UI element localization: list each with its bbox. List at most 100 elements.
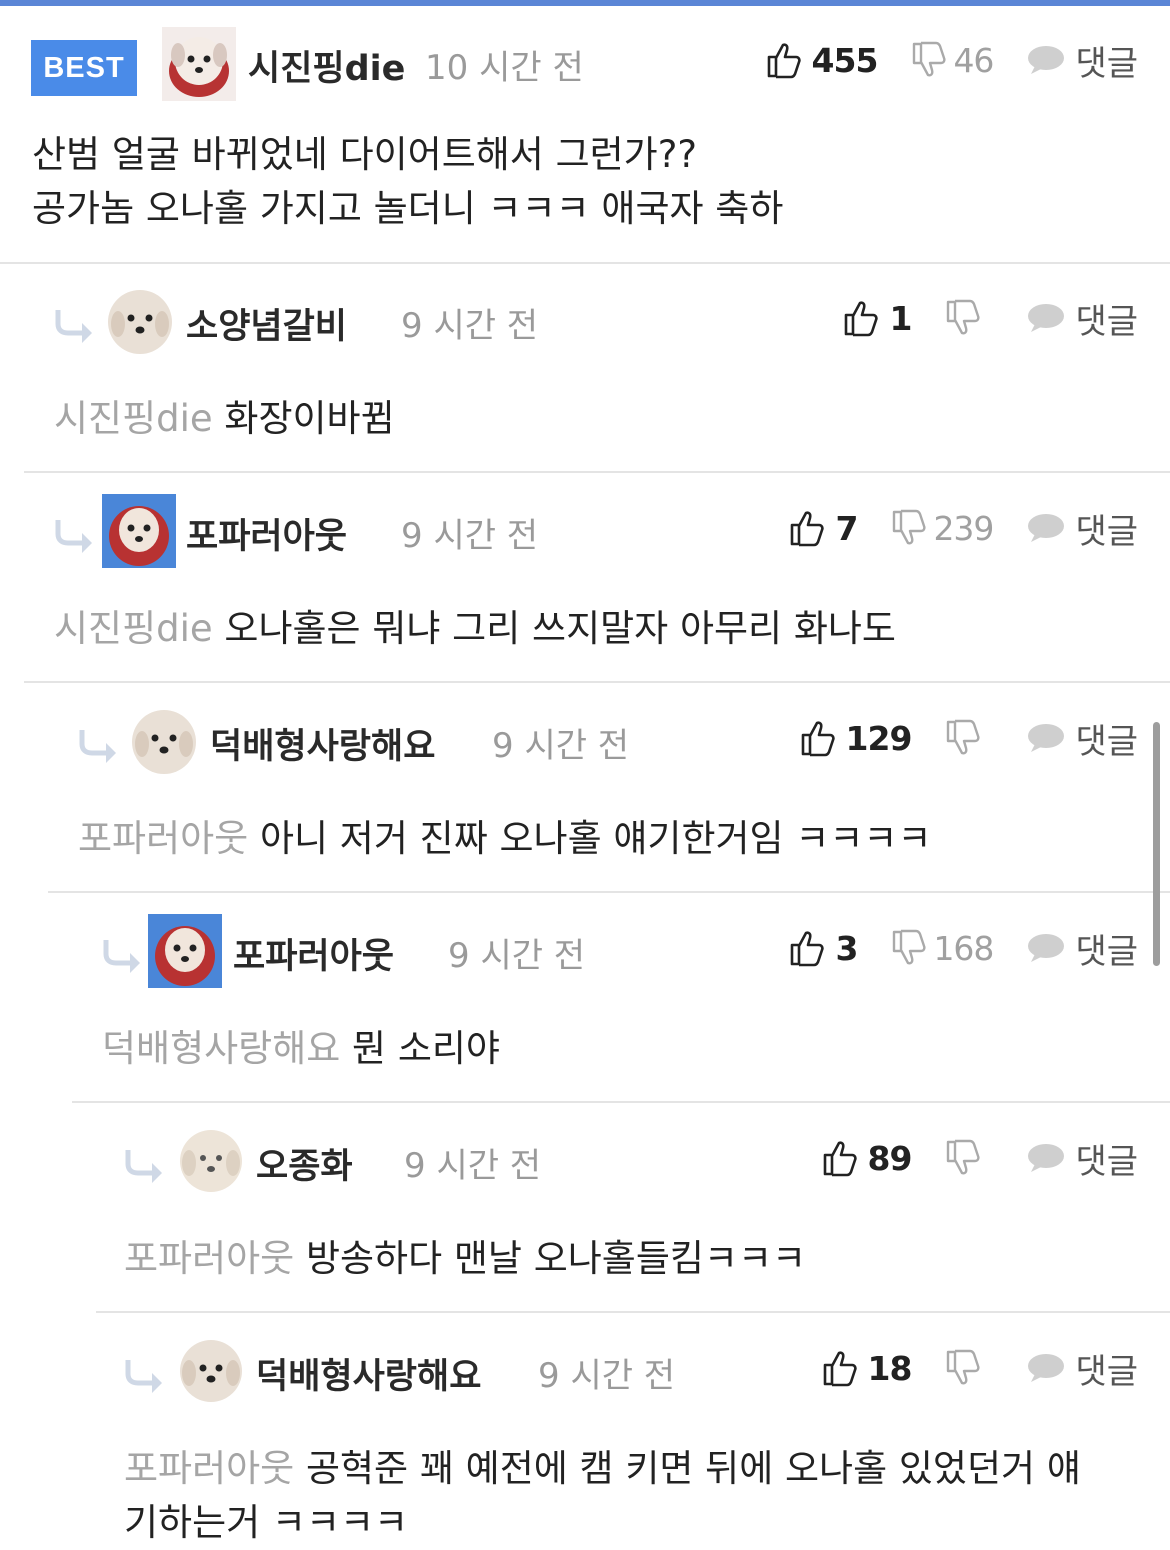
reply-comment: 포파러아웃 9 시간 전 7 239 댓글 시진핑die 오나홀은 뭐냐 그리 …: [0, 474, 1170, 682]
mention[interactable]: 시진핑die: [54, 607, 213, 650]
dislike-button[interactable]: 46: [911, 40, 994, 80]
thumbs-down-icon[interactable]: [945, 1349, 981, 1387]
comment-text: 덕배형사랑해요 뭔 소리야: [102, 1022, 500, 1076]
best-badge: BEST: [31, 40, 137, 96]
comment-actions: 7 239 댓글: [789, 498, 1138, 558]
thumbs-down-icon[interactable]: [945, 1139, 981, 1177]
reply-comment: 덕배형사랑해요 9 시간 전 129 댓글 포파러아웃 아니 저거 진짜 오나홀…: [0, 684, 1170, 892]
nickname[interactable]: 포파러아웃: [233, 928, 394, 979]
best-comment: BEST 시진핑die 10 시간 전 455 46 댓글 산범 얼굴 바뀌었네…: [0, 0, 1170, 262]
comment-text-line-1: 산범 얼굴 바뀌었네 다이어트해서 그런가??: [32, 133, 698, 176]
mention[interactable]: 포파러아웃: [124, 1447, 294, 1490]
timestamp: 9 시간 전: [401, 516, 539, 556]
comment-text: 시진핑die 오나홀은 뭐냐 그리 쓰지말자 아무리 화나도: [54, 602, 896, 656]
avatar[interactable]: [148, 914, 222, 988]
speech-bubble-icon: [1027, 513, 1065, 543]
reply-button[interactable]: 댓글: [1027, 1344, 1138, 1393]
thumbs-up-icon[interactable]: [800, 719, 836, 757]
speech-bubble-icon: [1027, 303, 1065, 333]
reply-label: 댓글: [1075, 301, 1138, 342]
like-count: 455: [811, 40, 879, 80]
comment-actions: 455 46 댓글: [766, 30, 1138, 90]
nickname[interactable]: 소양념갈비: [186, 298, 347, 349]
nickname[interactable]: 오종화: [256, 1138, 353, 1189]
reply-arrow-icon: [124, 1358, 164, 1394]
reply-comment: 오종화 9 시간 전 89 댓글 포파러아웃 방송하다 맨날 오나홀들킴ㅋㅋㅋ: [0, 1104, 1170, 1312]
reply-label: 댓글: [1075, 931, 1138, 972]
comment-body: 뭔 소리야: [352, 1027, 500, 1070]
thumbs-up-icon[interactable]: [822, 1349, 858, 1387]
avatar-image: [162, 27, 236, 101]
like-count: 18: [867, 1348, 913, 1388]
avatar[interactable]: [162, 27, 236, 101]
like-count: 3: [835, 928, 858, 968]
like-count: 1: [889, 298, 912, 338]
avatar[interactable]: [176, 1126, 246, 1196]
dislike-button[interactable]: 168: [891, 928, 994, 968]
dislike-button[interactable]: 239: [891, 509, 994, 548]
scrollbar[interactable]: [1153, 722, 1160, 966]
comment-body: 오나홀은 뭐냐 그리 쓰지말자 아무리 화나도: [224, 607, 896, 650]
nickname[interactable]: 포파러아웃: [186, 508, 347, 559]
timestamp: 10 시간 전: [425, 48, 584, 88]
dislike-button[interactable]: [945, 1139, 987, 1177]
reply-button[interactable]: 댓글: [1027, 294, 1138, 343]
like-count: 129: [845, 718, 913, 758]
avatar[interactable]: [102, 494, 176, 568]
mention[interactable]: 포파러아웃: [124, 1237, 294, 1280]
like-count: 89: [867, 1138, 913, 1178]
timestamp: 9 시간 전: [448, 936, 586, 976]
avatar[interactable]: [176, 1336, 246, 1406]
timestamp: 9 시간 전: [538, 1356, 676, 1396]
divider: [24, 681, 1170, 683]
reply-button[interactable]: 댓글: [1027, 1134, 1138, 1183]
avatar[interactable]: [128, 706, 200, 778]
like-count: 7: [835, 508, 858, 548]
reply-comment: 덕배형사랑해요 9 시간 전 18 댓글 포파러아웃 공혁준 꽤 예전에 캠 키…: [0, 1314, 1170, 1544]
reply-arrow-icon: [78, 728, 118, 764]
nickname[interactable]: 덕배형사랑해요: [210, 718, 435, 769]
reply-comment: 소양념갈비 9 시간 전 1 댓글 시진핑die 화장이바뀜: [0, 264, 1170, 472]
divider: [24, 471, 1170, 473]
avatar[interactable]: [104, 286, 176, 358]
reply-arrow-icon: [54, 518, 94, 554]
divider: [72, 1101, 1170, 1103]
reply-label: 댓글: [1075, 721, 1138, 762]
thumbs-down-icon[interactable]: [891, 929, 927, 967]
thumbs-down-icon[interactable]: [945, 299, 981, 337]
dislike-button[interactable]: [945, 719, 987, 757]
thumbs-up-icon[interactable]: [766, 41, 802, 79]
reply-button[interactable]: 댓글: [1027, 714, 1138, 763]
mention[interactable]: 시진핑die: [54, 397, 213, 440]
timestamp: 9 시간 전: [492, 726, 630, 766]
dislike-count: 168: [933, 928, 994, 968]
speech-bubble-icon: [1027, 1353, 1065, 1383]
reply-button[interactable]: 댓글: [1027, 504, 1138, 553]
comment-text-line-2: 공가놈 오나홀 가지고 놀더니 ㅋㅋㅋ 애국자 축하: [32, 187, 784, 230]
thumbs-down-icon[interactable]: [945, 719, 981, 757]
thumbs-up-icon[interactable]: [789, 929, 825, 967]
dislike-button[interactable]: [945, 1349, 987, 1387]
mention[interactable]: 포파러아웃: [78, 817, 248, 860]
thumbs-up-icon[interactable]: [843, 299, 879, 337]
reply-button[interactable]: 댓글: [1027, 36, 1138, 85]
nickname[interactable]: 덕배형사랑해요: [256, 1348, 481, 1399]
comment-body: 공혁준 꽤 예전에 캠 키면 뒤에 오나홀 있었던거 얘: [305, 1447, 1081, 1490]
timestamp: 9 시간 전: [401, 306, 539, 346]
divider: [96, 1311, 1170, 1313]
dislike-count: 46: [953, 40, 994, 80]
dislike-button[interactable]: [945, 299, 987, 337]
thumbs-down-icon[interactable]: [891, 509, 927, 547]
reply-label: 댓글: [1075, 1351, 1138, 1392]
speech-bubble-icon: [1027, 1143, 1065, 1173]
reply-arrow-icon: [54, 308, 94, 344]
mention[interactable]: 덕배형사랑해요: [102, 1027, 340, 1070]
nickname[interactable]: 시진핑die: [248, 40, 405, 91]
reply-label: 댓글: [1075, 511, 1138, 552]
reply-comment: 포파러아웃 9 시간 전 3 168 댓글 덕배형사랑해요 뭔 소리야: [0, 894, 1170, 1102]
reply-button[interactable]: 댓글: [1027, 924, 1138, 973]
thumbs-down-icon[interactable]: [911, 41, 947, 79]
thumbs-up-icon[interactable]: [822, 1139, 858, 1177]
thumbs-up-icon[interactable]: [789, 509, 825, 547]
comment-text: 포파러아웃 방송하다 맨날 오나홀들킴ㅋㅋㅋ: [124, 1232, 806, 1286]
